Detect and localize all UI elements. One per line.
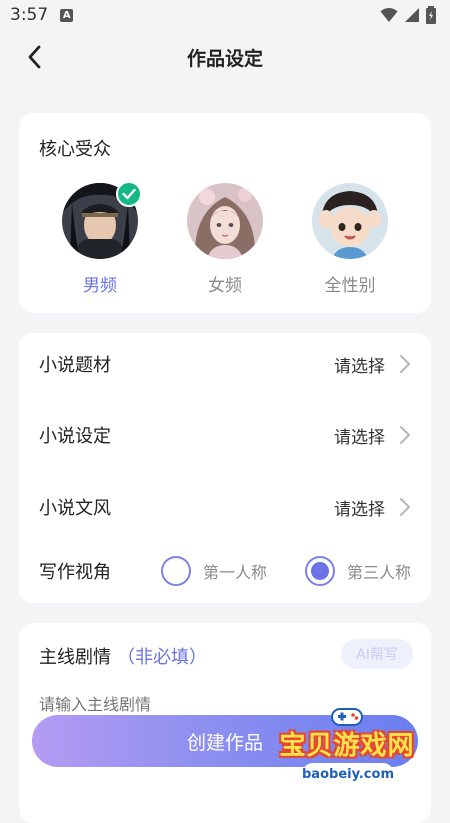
radio-circle-unselected xyxy=(160,556,191,586)
audience-option-all[interactable]: 全性别 xyxy=(295,183,405,296)
male-avatar xyxy=(62,181,142,259)
row-value-setting: 请选择 xyxy=(334,427,385,448)
radio-label-third-person: 第三人称 xyxy=(346,563,411,582)
all-gender-avatar xyxy=(312,183,388,259)
row-value-genre: 请选择 xyxy=(334,356,385,377)
status-bar: 3:57 A xyxy=(0,0,450,30)
ai-write-button[interactable]: AI帮写 xyxy=(341,639,413,669)
row-writing-perspective: 写作视角 第一人称 第三人称 xyxy=(19,541,431,601)
audience-label-male: 男频 xyxy=(83,276,117,296)
plot-title-label: 主线剧情 xyxy=(39,647,111,668)
row-novel-genre[interactable]: 小说题材 请选择 xyxy=(19,334,431,394)
audience-option-male[interactable]: 男频 xyxy=(45,181,155,296)
audience-title: 核心受众 xyxy=(39,139,111,160)
status-time: 3:57 xyxy=(10,5,49,25)
settings-card: 小说题材 请选择 小说设定 请选择 小说文风 请选择 写作视角 第一人称 第三人… xyxy=(19,333,431,603)
chevron-right-icon xyxy=(400,426,410,444)
notification-a-icon: A xyxy=(60,8,74,22)
audience-option-female[interactable]: 女频 xyxy=(170,183,280,296)
row-value-style: 请选择 xyxy=(334,499,385,520)
audience-label-all: 全性别 xyxy=(324,276,376,296)
watermark-text: 宝贝游戏网 xyxy=(279,731,415,761)
chevron-right-icon xyxy=(400,355,410,373)
row-novel-style[interactable]: 小说文风 请选择 xyxy=(19,477,431,537)
radio-first-person[interactable]: 第一人称 xyxy=(160,556,267,586)
female-avatar xyxy=(187,183,263,259)
row-label-perspective: 写作视角 xyxy=(39,562,111,583)
signal-icon xyxy=(405,8,419,22)
plot-optional-note: （非必填） xyxy=(117,647,207,668)
page-title: 作品设定 xyxy=(186,47,263,70)
top-navbar: 作品设定 xyxy=(0,30,450,84)
row-label-setting: 小说设定 xyxy=(39,426,111,447)
watermark-logo: 宝贝游戏网 baobeiy.com xyxy=(272,705,422,795)
perspective-radio-group: 第一人称 第三人称 xyxy=(160,556,411,586)
audience-label-female: 女频 xyxy=(208,276,242,296)
audience-card: 核心受众 男频 女频 全性别 xyxy=(19,113,431,313)
back-button[interactable] xyxy=(20,42,50,72)
row-label-genre: 小说题材 xyxy=(39,355,111,376)
watermark-url: baobeiy.com xyxy=(302,763,394,785)
plot-title: 主线剧情 （非必填） xyxy=(39,643,207,669)
radio-circle-selected xyxy=(304,556,335,586)
radio-third-person[interactable]: 第三人称 xyxy=(304,556,411,586)
chevron-right-icon xyxy=(400,498,410,516)
radio-label-first-person: 第一人称 xyxy=(202,563,267,582)
selected-check-icon xyxy=(116,181,142,207)
row-novel-setting[interactable]: 小说设定 请选择 xyxy=(19,405,431,465)
chevron-left-icon xyxy=(28,45,41,69)
row-label-style: 小说文风 xyxy=(39,498,111,519)
wifi-icon xyxy=(380,7,398,22)
battery-icon xyxy=(426,6,436,24)
